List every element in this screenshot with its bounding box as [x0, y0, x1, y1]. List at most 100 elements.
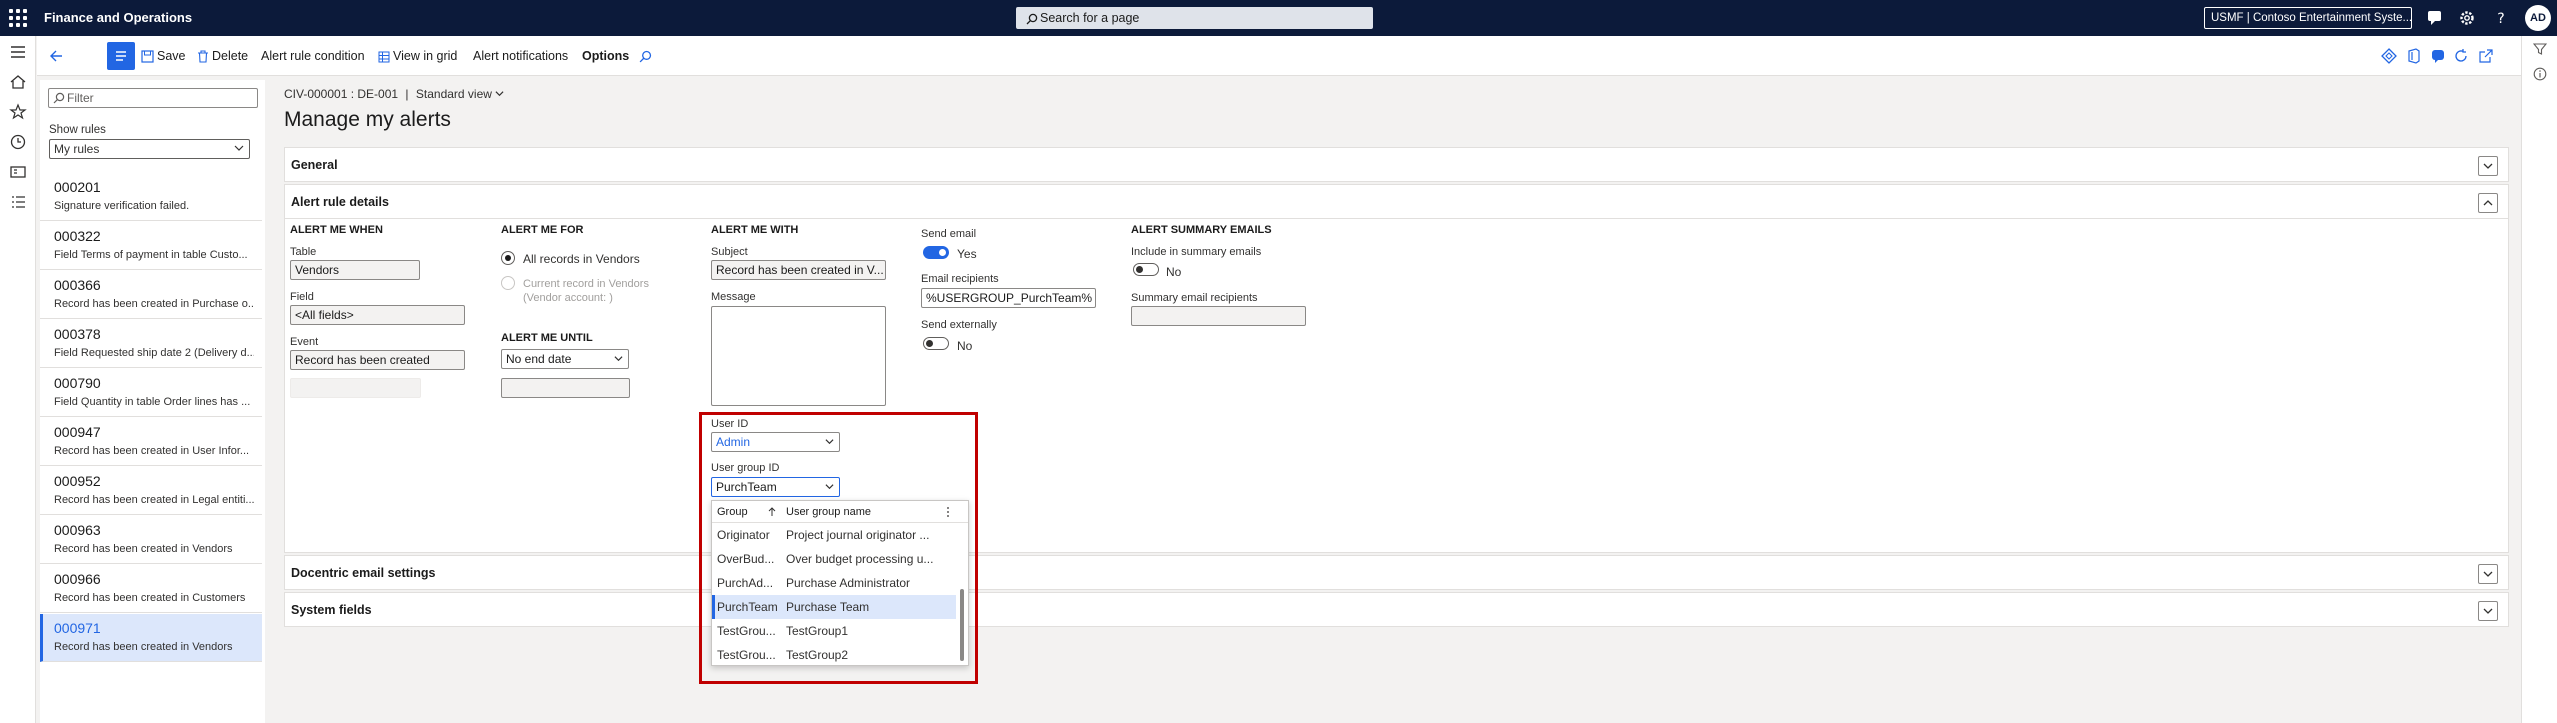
alert-me-for-heading: ALERT ME FOR	[501, 224, 584, 236]
lookup-group: TestGrou...	[717, 624, 776, 638]
lookup-row[interactable]: PurchAd... Purchase Administrator	[712, 571, 956, 595]
filter-input[interactable]: Filter	[48, 88, 258, 108]
chevron-down-icon	[2483, 571, 2493, 577]
fasttab-general[interactable]: General	[284, 147, 2509, 182]
send-externally-value: No	[957, 339, 973, 353]
rule-id: 000790	[54, 375, 101, 391]
show-rules-select[interactable]: My rules	[49, 139, 250, 159]
search-placeholder: Search for a page	[1040, 11, 1140, 25]
power-apps-icon[interactable]	[2381, 48, 2397, 64]
open-in-new-window-icon[interactable]	[2478, 48, 2494, 64]
email-recipients-label: Email recipients	[921, 273, 999, 285]
fasttab-docentric[interactable]: Docentric email settings	[284, 555, 2509, 590]
lookup-row[interactable]: TestGrou... TestGroup1	[712, 619, 956, 643]
view-selector[interactable]: Standard view	[416, 87, 504, 101]
app-launcher-icon[interactable]	[9, 9, 27, 27]
summary-recipients-field[interactable]	[1131, 306, 1306, 326]
lookup-row[interactable]: TestGrou... TestGroup2	[712, 643, 956, 667]
company-picker[interactable]: USMF | Contoso Entertainment Syste...	[2204, 7, 2412, 29]
alert-me-when-heading: ALERT ME WHEN	[290, 224, 383, 236]
table-field[interactable]: Vendors	[290, 260, 420, 280]
alert-rule-condition-button[interactable]: Alert rule condition	[261, 36, 365, 76]
more-vertical-icon[interactable]	[946, 506, 950, 518]
rule-description: Record has been created in Purchase o...	[54, 298, 254, 310]
hamburger-icon[interactable]	[8, 42, 28, 62]
rule-list-item[interactable]: 000966 Record has been created in Custom…	[40, 565, 262, 613]
rule-list-item[interactable]: 000322 Field Terms of payment in table C…	[40, 222, 262, 270]
user-id-select[interactable]: Admin	[711, 432, 840, 452]
rule-id: 000201	[54, 179, 101, 195]
record-caption: CIV-000001 : DE-001	[284, 87, 399, 101]
event-detail-field	[290, 378, 421, 398]
chevron-down-icon	[234, 145, 244, 151]
event-label: Event	[290, 336, 319, 348]
rule-description: Field Quantity in table Order lines has …	[54, 396, 251, 408]
user-group-label: User group ID	[711, 462, 780, 474]
workspace-icon[interactable]	[8, 162, 28, 182]
rule-list-item[interactable]: 000378 Field Requested ship date 2 (Deli…	[40, 320, 262, 368]
chat-icon[interactable]	[2425, 8, 2445, 28]
include-summary-toggle[interactable]	[1133, 263, 1159, 276]
subject-field[interactable]: Record has been created in V...	[711, 260, 886, 280]
office-icon[interactable]	[2406, 48, 2422, 64]
all-records-radio[interactable]	[501, 251, 515, 265]
end-date-select[interactable]: No end date	[501, 349, 629, 369]
fasttab-title[interactable]: Alert rule details	[285, 185, 2508, 219]
delete-button[interactable]: Delete	[197, 36, 248, 76]
fasttab-system-fields[interactable]: System fields	[284, 592, 2509, 627]
filter-icon[interactable]	[2533, 42, 2547, 56]
rule-list-item-selected[interactable]: 000971 Record has been created in Vendor…	[40, 614, 262, 662]
avatar[interactable]: AD	[2525, 5, 2551, 31]
back-arrow-icon[interactable]	[49, 49, 63, 63]
home-icon[interactable]	[8, 72, 28, 92]
rule-list-item[interactable]: 000963 Record has been created in Vendor…	[40, 516, 262, 564]
rule-list-item[interactable]: 000201 Signature verification failed.	[40, 173, 262, 221]
expand-button[interactable]	[2478, 156, 2498, 176]
end-date-field[interactable]	[501, 378, 630, 398]
collapse-button[interactable]	[2478, 193, 2498, 213]
message-textarea[interactable]	[711, 306, 886, 406]
rule-list-pane: Filter Show rules My rules 000201 Signat…	[40, 80, 265, 723]
refresh-icon[interactable]	[2453, 48, 2469, 64]
user-group-select[interactable]: PurchTeam	[711, 477, 840, 497]
lookup-row[interactable]: OverBud... Over budget processing u...	[712, 547, 956, 571]
global-search[interactable]: Search for a page	[1016, 7, 1373, 29]
clock-icon[interactable]	[8, 132, 28, 152]
copilot-icon[interactable]	[2430, 48, 2446, 64]
rule-list-item[interactable]: 000947 Record has been created in User I…	[40, 418, 262, 466]
gear-icon[interactable]	[2457, 8, 2477, 28]
expand-button[interactable]	[2478, 601, 2498, 621]
save-button[interactable]: Save	[141, 36, 186, 76]
rule-list-item[interactable]: 000790 Field Quantity in table Order lin…	[40, 369, 262, 417]
info-icon[interactable]	[2533, 67, 2547, 81]
event-field[interactable]: Record has been created	[290, 350, 465, 370]
search-icon[interactable]	[639, 50, 652, 63]
expand-button[interactable]	[2478, 564, 2498, 584]
save-label: Save	[157, 49, 186, 63]
send-externally-toggle[interactable]	[923, 337, 949, 350]
list-view-toggle[interactable]	[107, 42, 135, 70]
field-field[interactable]: <All fields>	[290, 305, 465, 325]
column-header-name[interactable]: User group name	[786, 506, 871, 518]
lookup-group: TestGrou...	[717, 648, 776, 662]
view-in-grid-button[interactable]: View in grid	[378, 36, 457, 76]
lookup-group: PurchAd...	[717, 576, 774, 590]
alert-notifications-button[interactable]: Alert notifications	[473, 36, 568, 76]
lookup-row-selected[interactable]: PurchTeam Purchase Team	[712, 595, 956, 619]
subject-label: Subject	[711, 246, 748, 258]
rule-list-item[interactable]: 000366 Record has been created in Purcha…	[40, 271, 262, 319]
current-record-radio[interactable]	[501, 276, 515, 290]
user-group-value: PurchTeam	[716, 480, 777, 494]
email-recipients-field[interactable]: %USERGROUP_PurchTeam%	[921, 288, 1096, 308]
column-header-group[interactable]: Group	[717, 506, 748, 518]
options-tab[interactable]: Options	[582, 36, 629, 76]
lookup-scrollbar[interactable]	[960, 589, 964, 661]
modules-list-icon[interactable]	[8, 192, 28, 212]
send-email-toggle[interactable]	[923, 246, 949, 259]
rule-list-item[interactable]: 000952 Record has been created in Legal …	[40, 467, 262, 515]
star-icon[interactable]	[8, 102, 28, 122]
lookup-row[interactable]: Originator Project journal originator ..…	[712, 523, 956, 547]
help-icon[interactable]: ?	[2491, 8, 2511, 28]
lookup-group: Originator	[717, 528, 770, 542]
lookup-name: Purchase Team	[786, 600, 870, 614]
